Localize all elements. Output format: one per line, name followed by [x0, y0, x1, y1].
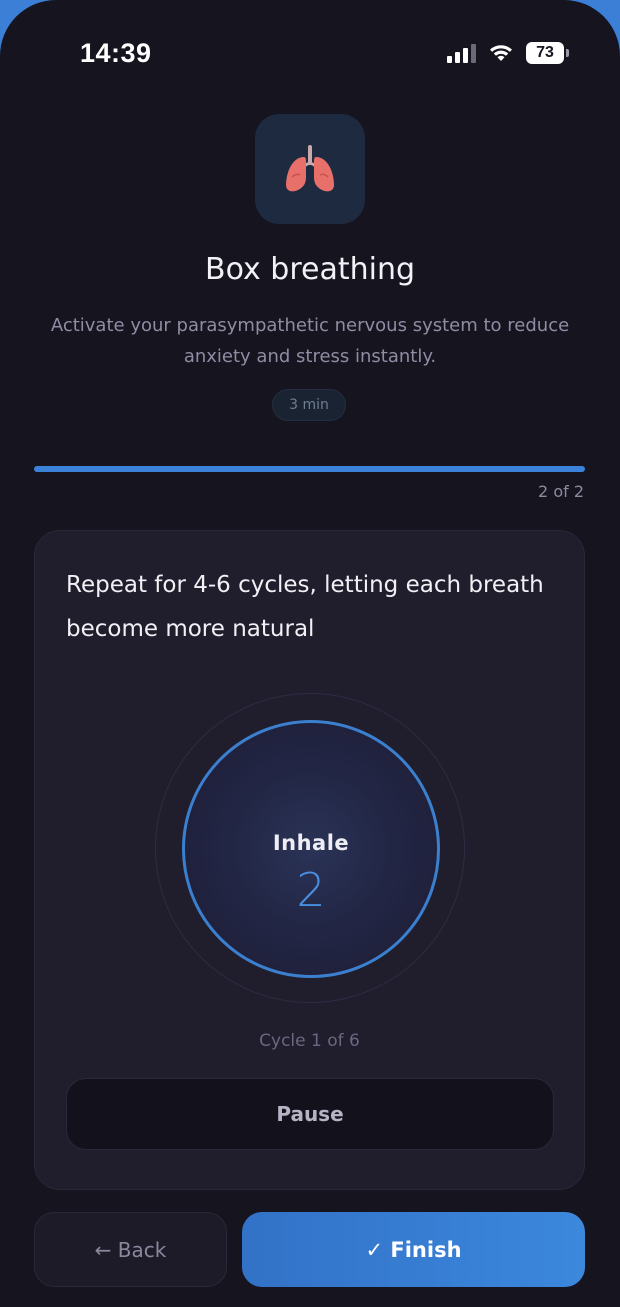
battery-indicator: 73: [526, 42, 569, 64]
breathing-card: Repeat for 4-6 cycles, letting each brea…: [34, 530, 585, 1190]
step-instruction: Repeat for 4-6 cycles, letting each brea…: [66, 572, 544, 642]
status-icons: 73: [447, 42, 569, 64]
exercise-title: Box breathing: [204, 252, 416, 287]
cycle-counter: Cycle 1 of 6: [259, 1031, 360, 1051]
step-counter: 2 of 2: [538, 482, 584, 501]
step-progress-bar: [34, 466, 585, 472]
exercise-icon-tile: [255, 114, 365, 224]
status-time: 14:39: [80, 38, 152, 68]
duration-badge: 3 min: [272, 389, 346, 421]
back-button[interactable]: ← Back: [34, 1212, 227, 1287]
exercise-description: Activate your parasympathetic nervous sy…: [50, 315, 570, 367]
cellular-signal-icon: [447, 43, 476, 63]
app-screen: 14:39 73 Box breathing Activate your par…: [0, 0, 620, 1307]
breath-phase-label: Inhale: [272, 831, 350, 855]
breathing-visualizer: Inhale 2: [155, 693, 465, 1003]
wifi-icon: [490, 45, 512, 61]
step-progress-fill: [34, 466, 585, 472]
lungs-icon: [286, 145, 334, 192]
breath-countdown: 2: [296, 863, 326, 917]
pause-button[interactable]: Pause: [66, 1078, 554, 1150]
finish-button[interactable]: ✓ Finish: [242, 1212, 585, 1287]
breathing-circle: Inhale 2: [182, 720, 440, 978]
